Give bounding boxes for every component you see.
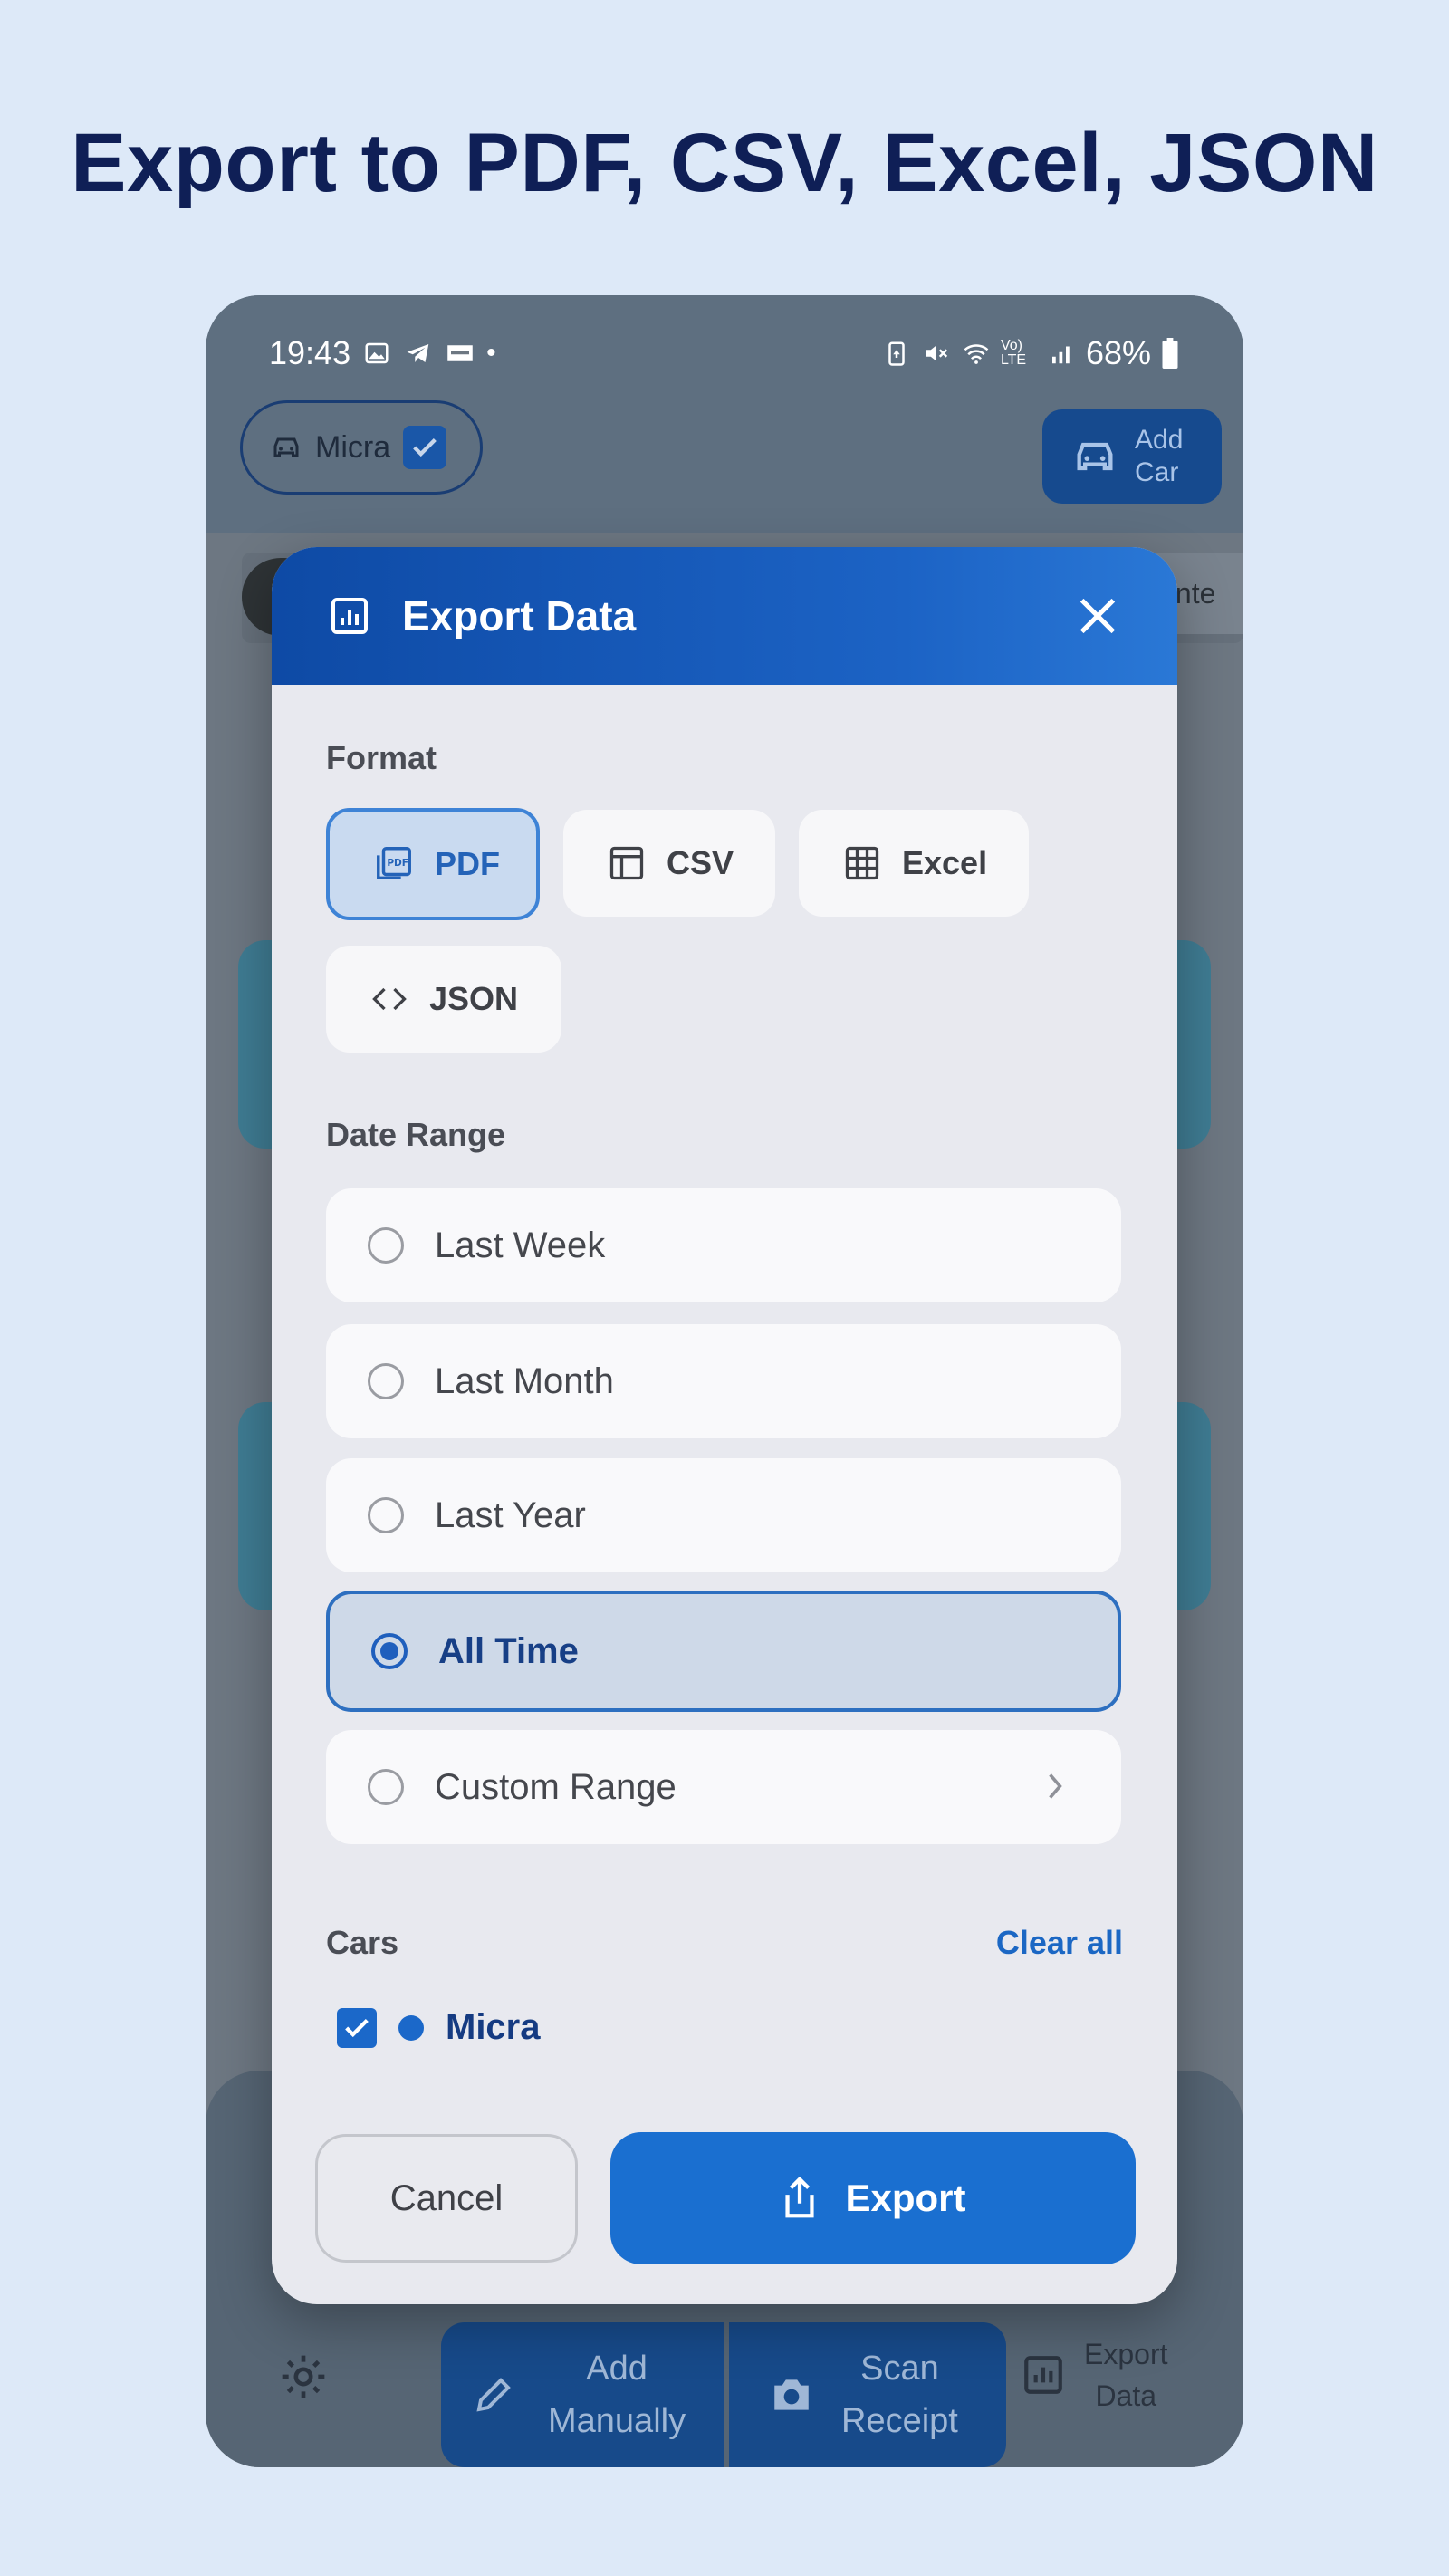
battery-percent: 68% bbox=[1085, 334, 1151, 371]
status-time: 19:43 bbox=[269, 334, 351, 371]
cancel-label: Cancel bbox=[389, 2177, 504, 2218]
format-excel-button[interactable]: Excel bbox=[799, 810, 1029, 917]
share-upload-icon bbox=[785, 2176, 815, 2218]
signal-icon bbox=[1051, 346, 1070, 364]
clear-all-link[interactable]: Clear all bbox=[996, 1924, 1123, 1962]
car-name: Micra bbox=[446, 2007, 541, 2047]
settings-gear-icon[interactable] bbox=[278, 2351, 329, 2402]
volte-label: Vo) LTE bbox=[1000, 338, 1027, 368]
status-bar: 19:43 • Vo) LTE 68% bbox=[269, 326, 1180, 380]
date-range-label: Last Week bbox=[435, 1225, 606, 1265]
dialog-title: Export Data bbox=[402, 592, 637, 639]
date-range-last-week[interactable]: Last Week bbox=[326, 1188, 1121, 1302]
export-button[interactable]: Export bbox=[610, 2132, 1136, 2264]
bottom-navigation: Add Manually Scan Receipt Export Data bbox=[206, 2286, 1243, 2467]
car-icon bbox=[273, 437, 299, 457]
add-manually-label-1: Add bbox=[586, 2350, 648, 2388]
notification-dot-icon: • bbox=[486, 338, 496, 368]
format-excel-label: Excel bbox=[902, 844, 988, 881]
car-checkbox[interactable] bbox=[337, 2007, 377, 2048]
pencil-icon bbox=[476, 2378, 511, 2412]
add-car-button[interactable]: Add Car bbox=[1042, 409, 1222, 504]
date-range-label: Custom Range bbox=[435, 1766, 677, 1807]
pdf-icon: PDF bbox=[377, 847, 411, 880]
telegram-icon bbox=[407, 344, 429, 362]
format-pdf-button[interactable]: PDF PDF bbox=[326, 808, 540, 920]
car-option-micra[interactable]: Micra bbox=[337, 2007, 541, 2048]
wifi-icon bbox=[964, 344, 989, 364]
svg-text:PDF: PDF bbox=[387, 858, 408, 869]
format-json-button[interactable]: JSON bbox=[326, 946, 561, 1053]
date-range-label: Last Month bbox=[435, 1360, 614, 1401]
export-data-label-2: Data bbox=[1095, 2379, 1157, 2412]
page-headline: Export to PDF, CSV, Excel, JSON bbox=[71, 117, 1378, 209]
check-icon bbox=[345, 2018, 369, 2037]
radio-icon bbox=[368, 1363, 404, 1399]
car-chip-label: Micra bbox=[315, 429, 391, 465]
add-manually-label-2: Manually bbox=[548, 2402, 686, 2440]
chart-icon bbox=[331, 598, 368, 634]
battery-saver-icon bbox=[888, 341, 905, 366]
gallery-icon bbox=[365, 342, 389, 364]
export-label: Export bbox=[845, 2177, 966, 2219]
format-json-label: JSON bbox=[429, 980, 519, 1017]
add-car-label-2: Car bbox=[1135, 457, 1179, 487]
cancel-button[interactable]: Cancel bbox=[315, 2134, 578, 2263]
date-range-all-time[interactable]: All Time bbox=[326, 1591, 1121, 1712]
radio-icon bbox=[368, 1227, 404, 1264]
add-car-label-1: Add bbox=[1135, 425, 1184, 455]
radio-icon bbox=[368, 1769, 404, 1805]
car-icon bbox=[1077, 442, 1113, 471]
car-selector-chip[interactable]: Micra bbox=[240, 400, 483, 495]
format-csv-button[interactable]: CSV bbox=[563, 810, 775, 917]
close-icon[interactable] bbox=[1074, 592, 1121, 639]
check-icon bbox=[413, 437, 437, 457]
radio-selected-icon bbox=[371, 1633, 408, 1669]
date-range-last-year[interactable]: Last Year bbox=[326, 1458, 1121, 1572]
date-range-section-label: Date Range bbox=[326, 1116, 506, 1153]
format-section-label: Format bbox=[326, 739, 437, 776]
battery-icon bbox=[1162, 338, 1178, 369]
format-csv-label: CSV bbox=[667, 844, 734, 881]
date-range-custom[interactable]: Custom Range bbox=[326, 1730, 1121, 1844]
camera-icon bbox=[774, 2379, 809, 2410]
car-color-dot bbox=[398, 2014, 424, 2041]
app-notification-icon bbox=[447, 345, 473, 361]
car-chip-check bbox=[403, 426, 447, 469]
mute-icon bbox=[926, 345, 948, 361]
scan-receipt-label-1: Scan bbox=[860, 2350, 939, 2388]
scan-receipt-button[interactable]: Scan Receipt bbox=[729, 2322, 1006, 2467]
chevron-right-icon bbox=[1049, 1773, 1062, 1799]
grid-icon bbox=[845, 846, 879, 880]
dialog-header: Export Data bbox=[272, 547, 1177, 685]
date-range-label: Last Year bbox=[435, 1495, 586, 1535]
code-brackets-icon bbox=[372, 987, 407, 1011]
date-range-last-month[interactable]: Last Month bbox=[326, 1324, 1121, 1438]
export-data-dialog: Export Data Format PDF PDF CSV Excel JSO… bbox=[272, 547, 1177, 2304]
table-chart-icon bbox=[609, 846, 644, 880]
scan-receipt-label-2: Receipt bbox=[841, 2402, 958, 2440]
export-data-nav-item[interactable]: Export Data bbox=[1021, 2333, 1167, 2417]
chart-icon bbox=[1024, 2356, 1062, 2394]
format-pdf-label: PDF bbox=[435, 845, 500, 882]
add-manually-button[interactable]: Add Manually bbox=[441, 2322, 724, 2467]
date-range-label: All Time bbox=[438, 1630, 579, 1671]
export-data-label-1: Export bbox=[1084, 2338, 1168, 2370]
cars-section-label: Cars bbox=[326, 1924, 399, 1961]
radio-icon bbox=[368, 1497, 404, 1533]
